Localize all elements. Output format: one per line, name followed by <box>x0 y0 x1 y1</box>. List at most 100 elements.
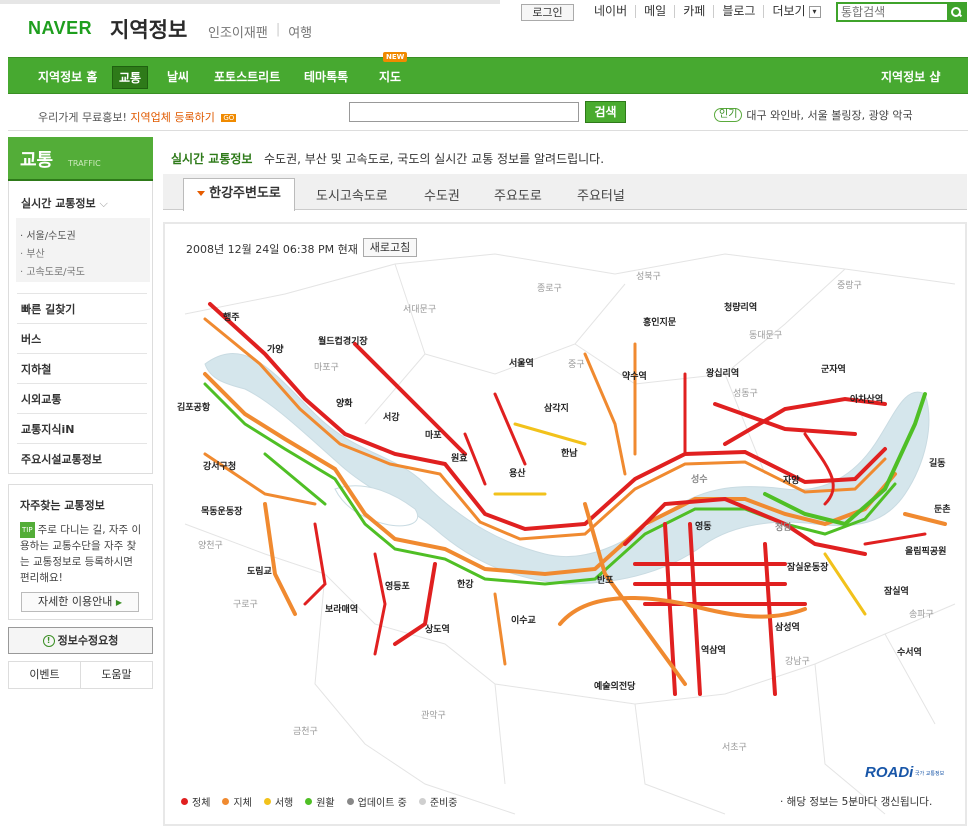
nav-home[interactable]: 지역정보 홈 <box>38 68 97 85</box>
map-label: 잠실운동장 <box>787 561 829 573</box>
sidebar-title: 교통 <box>20 150 54 171</box>
map-label: 목동운동장 <box>201 505 243 517</box>
event-help-row: 이벤트 도움말 <box>8 661 153 689</box>
global-search <box>836 2 967 22</box>
divider <box>17 413 147 414</box>
search-icon[interactable] <box>947 4 965 20</box>
go-tag[interactable]: GO <box>221 114 237 122</box>
popular-tag: 인기 <box>714 108 743 122</box>
link-enjoyjapan[interactable]: 인조이재팬 <box>208 22 268 41</box>
sidebar-sub-busan[interactable]: · 부산 <box>20 245 45 260</box>
sidebar-item-intercity[interactable]: 시외교통 <box>21 391 61 407</box>
timestamp: 2008년 12월 24일 06:38 PM 현재 <box>186 243 358 256</box>
map-label: 영등포 <box>385 580 411 592</box>
nav-map[interactable]: 지도 <box>379 68 401 85</box>
help-button[interactable]: 도움말 <box>81 662 152 688</box>
info-correction-button[interactable]: ! 정보수정요청 <box>8 627 153 654</box>
map-label: 동대문구 <box>749 330 782 341</box>
exclamation-icon: ! <box>42 635 55 647</box>
map-label: 도림교 <box>247 565 272 577</box>
map-label: 삼성역 <box>775 621 800 633</box>
roadi-logo[interactable]: ROADi <box>865 764 913 781</box>
popular-text[interactable]: 대구 와인바, 서울 볼링장, 광양 악국 <box>746 107 912 123</box>
map-label: 반포 <box>597 574 614 586</box>
legend-label: 준비중 <box>429 798 458 809</box>
link-travel[interactable]: 여행 <box>288 22 312 41</box>
usage-guide-button[interactable]: 자세한 이용안내 ▶ <box>21 592 139 612</box>
map-label: 군자역 <box>821 363 846 375</box>
service-cafe[interactable]: 카페 <box>674 5 713 18</box>
promo-text: 우리가게 무료홍보! 지역업체 등록하기 GO <box>38 109 237 125</box>
refresh-button[interactable]: 새로고침 <box>363 238 417 257</box>
legend-dot-updating <box>346 798 354 805</box>
login-button[interactable]: 로그인 <box>521 4 574 21</box>
sidebar-item-facilities[interactable]: 주요시설교통정보 <box>21 451 102 467</box>
tip-tag: TIP <box>20 522 35 538</box>
sidebar-item-realtime[interactable]: 실시간 교통정보 ⌵ <box>21 195 108 211</box>
map-label: 보라매역 <box>325 603 358 615</box>
map-label: 잠실역 <box>884 585 909 597</box>
legend-dot-smooth <box>305 798 313 805</box>
event-button[interactable]: 이벤트 <box>9 662 81 688</box>
nav-theme-talk[interactable]: 테마톡톡 <box>304 68 348 85</box>
sidebar-item-subway[interactable]: 지하철 <box>21 361 51 377</box>
triangle-down-icon <box>197 191 206 196</box>
naver-logo[interactable]: NAVER <box>28 18 92 39</box>
sidebar-title-en: TRAFFIC <box>68 159 101 168</box>
map-label: 중구 <box>568 359 585 370</box>
map-label: 길동 <box>929 457 946 469</box>
map-label: 양화 <box>336 397 353 409</box>
service-mail[interactable]: 메일 <box>635 5 674 18</box>
page-title[interactable]: 지역정보 <box>110 14 187 44</box>
traffic-legend: 정체 지체 서행 원활 업데이트 중 준비중 <box>181 794 457 809</box>
map-label: 성수 <box>691 473 708 485</box>
sidebar-item-label: 실시간 교통정보 <box>21 197 96 210</box>
local-search-input[interactable] <box>349 102 579 122</box>
traffic-map[interactable]: 행주 가양 월드컵경기장 김포공항 양화 서강 마포 원효 서울역 삼각지 용산… <box>163 222 967 826</box>
nav-photo-street[interactable]: 포토스트리트 <box>214 68 280 85</box>
sidebar-item-knowledge[interactable]: 교통지식iN <box>21 421 74 437</box>
map-label: 송파구 <box>909 609 934 620</box>
map-label: 행주 <box>223 311 240 323</box>
map-label: 청담 <box>775 521 792 533</box>
map-label: 원효 <box>451 452 468 464</box>
tab-urban-expressway[interactable]: 도시고속도로 <box>316 185 388 204</box>
service-more[interactable]: 더보기 ▾ <box>763 5 828 18</box>
realtime-label: 실시간 교통정보 <box>171 152 253 166</box>
service-blog[interactable]: 블로그 <box>713 5 763 18</box>
sidebar-sub-seoul[interactable]: · 서울/수도권 <box>20 227 76 242</box>
search-button[interactable]: 검색 <box>585 101 626 123</box>
map-label: 올림픽공원 <box>905 545 946 557</box>
tab-tunnels[interactable]: 주요터널 <box>577 185 625 204</box>
service-naver[interactable]: 네이버 <box>594 5 635 18</box>
nav-shop[interactable]: 지역정보 샵 <box>881 68 940 85</box>
divider <box>17 383 147 384</box>
tab-capital-area[interactable]: 수도권 <box>424 185 460 204</box>
nav-traffic[interactable]: 교통 <box>112 66 149 89</box>
legend-item: 정체 <box>181 794 210 809</box>
map-label: 역삼역 <box>701 644 726 656</box>
nav-weather[interactable]: 날씨 <box>167 68 189 85</box>
map-label: 서강 <box>383 411 400 423</box>
map-label: 양천구 <box>198 540 223 551</box>
global-search-input[interactable] <box>838 4 946 20</box>
tab-main-roads[interactable]: 주요도로 <box>494 185 542 204</box>
map-label: 김포공항 <box>177 401 211 413</box>
sidebar-item-route[interactable]: 빠른 길찾기 <box>21 301 75 317</box>
tab-label: 한강주변도로 <box>209 186 281 201</box>
map-label: 종로구 <box>537 283 562 294</box>
sidebar-item-bus[interactable]: 버스 <box>21 331 41 347</box>
map-label: 월드컵경기장 <box>318 335 368 347</box>
tab-hangang[interactable]: 한강주변도로 <box>183 178 295 211</box>
chevron-down-icon: ▾ <box>808 5 821 18</box>
register-business-link[interactable]: 지역업체 등록하기 <box>130 111 214 124</box>
map-label: 용산 <box>509 467 526 479</box>
legend-item: 업데이트 중 <box>346 794 407 809</box>
map-label: 자양 <box>783 474 800 486</box>
chevron-down-icon: ⌵ <box>99 197 108 210</box>
sidebar-sub-highway[interactable]: · 고속도로/국도 <box>20 263 85 278</box>
divider <box>17 443 147 444</box>
legend-item: 서행 <box>263 794 293 809</box>
popular-keywords: 인기 대구 와인바, 서울 볼링장, 광양 악국 <box>714 107 913 123</box>
map-label: 수서역 <box>897 646 922 658</box>
